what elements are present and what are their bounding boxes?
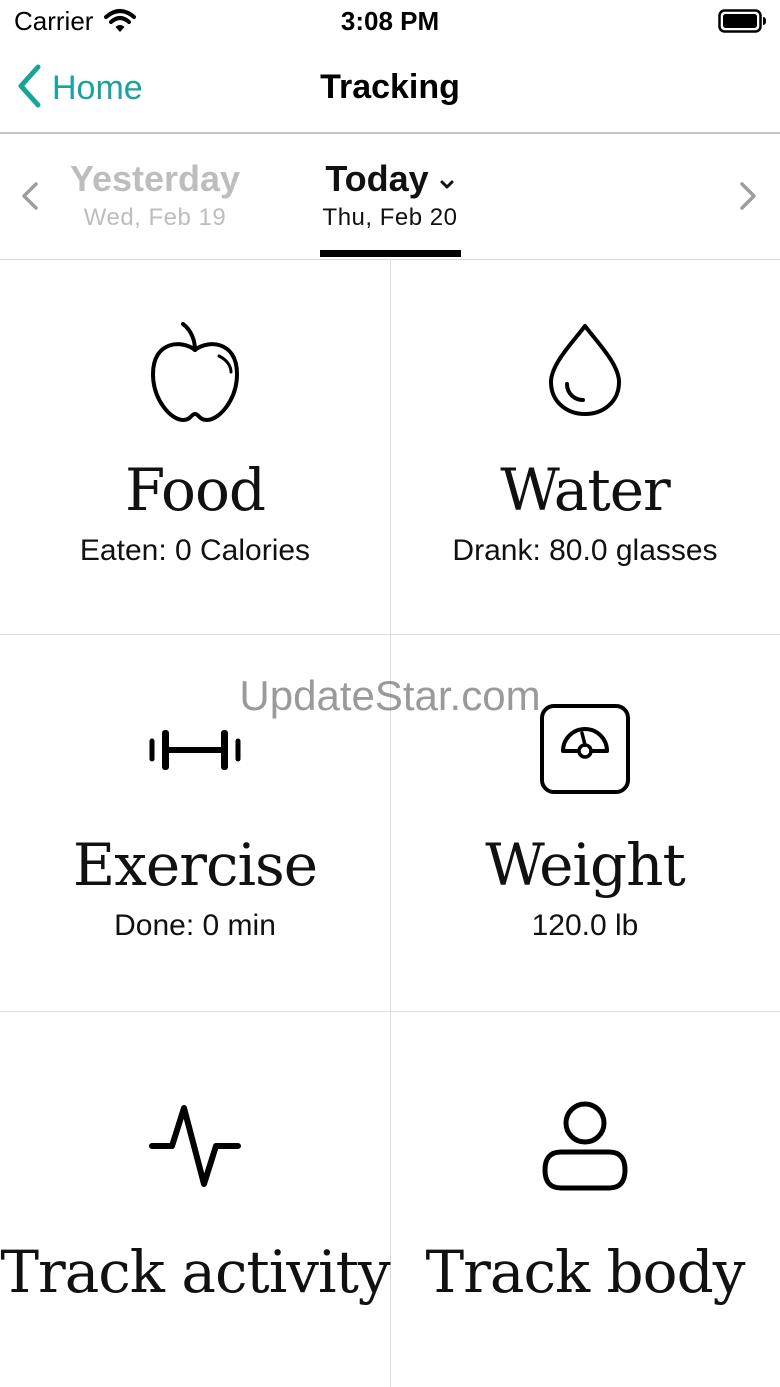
battery-icon xyxy=(718,9,768,38)
chevron-left-icon[interactable] xyxy=(18,178,42,219)
food-tile[interactable]: Food Eaten: 0 Calories xyxy=(0,260,390,634)
navigation-bar: Home Tracking xyxy=(0,44,780,134)
scale-icon xyxy=(390,703,780,795)
tile-subtitle: Done: 0 min xyxy=(114,909,276,942)
apple-icon xyxy=(0,322,390,424)
tile-title: Weight xyxy=(485,831,686,899)
tab-yesterday-label: Yesterday xyxy=(69,158,241,199)
tab-today[interactable]: Today Thu, Feb 20 xyxy=(300,158,480,232)
tile-subtitle: Eaten: 0 Calories xyxy=(79,534,311,567)
tile-title: Exercise xyxy=(72,831,318,899)
person-icon xyxy=(390,1100,780,1194)
tab-yesterday-date: Wed, Feb 19 xyxy=(83,204,227,231)
tile-subtitle: Drank: 80.0 glasses xyxy=(452,534,718,567)
tracking-grid: Food Eaten: 0 Calories Water Drank: 80.0… xyxy=(0,260,780,1387)
tile-subtitle: 120.0 lb xyxy=(531,909,639,942)
exercise-tile[interactable]: Exercise Done: 0 min xyxy=(0,635,390,1011)
tile-title: Food xyxy=(124,456,266,524)
tile-title: Water xyxy=(500,456,671,524)
tile-title: Track activity xyxy=(0,1238,390,1306)
track-activity-tile[interactable]: Track activity xyxy=(0,1012,391,1387)
tab-today-label: Today xyxy=(325,158,429,199)
track-body-tile[interactable]: Track body xyxy=(390,1012,780,1387)
dumbbell-icon xyxy=(0,727,390,773)
activity-pulse-icon xyxy=(0,1102,390,1190)
status-time: 3:08 PM xyxy=(340,6,440,36)
status-bar: Carrier 3:08 PM xyxy=(0,0,780,44)
tab-yesterday[interactable]: Yesterday Wed, Feb 19 xyxy=(55,158,255,232)
tab-today-date: Thu, Feb 20 xyxy=(322,204,458,231)
selected-tab-indicator xyxy=(320,250,461,257)
chevron-right-icon[interactable] xyxy=(736,178,760,219)
water-tile[interactable]: Water Drank: 80.0 glasses xyxy=(390,260,780,634)
chevron-down-icon xyxy=(439,158,455,200)
page-title: Tracking xyxy=(320,68,460,106)
tile-title: Track body xyxy=(425,1238,746,1306)
date-selector: Yesterday Wed, Feb 19 Today Thu, Feb 20 xyxy=(0,134,780,260)
water-drop-icon xyxy=(390,322,780,418)
weight-tile[interactable]: Weight 120.0 lb xyxy=(390,635,780,1011)
